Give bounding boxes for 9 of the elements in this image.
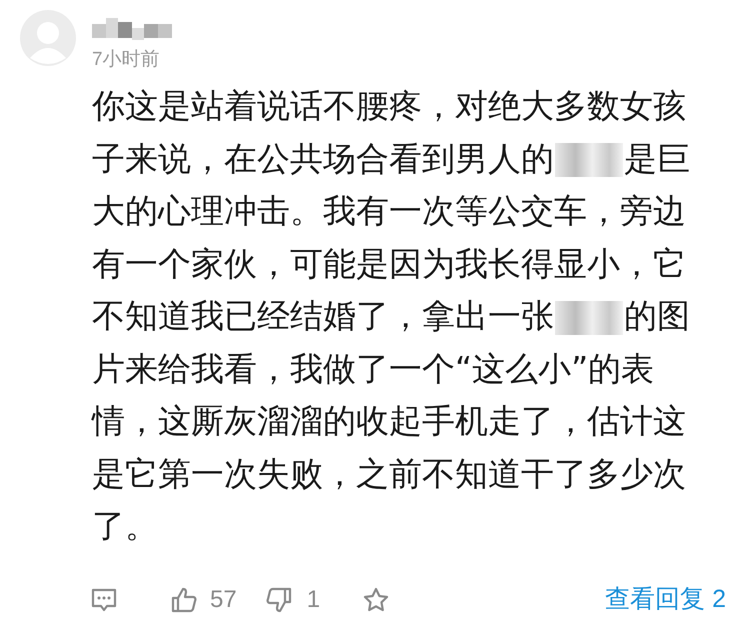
dislike-button[interactable]: 1 xyxy=(264,582,320,618)
comment-time: 7小时前 xyxy=(92,48,161,72)
comment-icon[interactable] xyxy=(90,586,118,614)
star-icon[interactable] xyxy=(362,586,390,614)
like-button[interactable]: 57 xyxy=(170,582,237,618)
view-replies-link[interactable]: 查看回复 2 xyxy=(605,581,726,619)
thumbs-down-icon xyxy=(264,586,293,614)
thumbs-up-icon xyxy=(170,586,198,614)
comment-text: 你这是站着说话不腰疼，对绝大多数女孩 子来说，在公共场合看到男人的 是巨 大的心理冲击。我有一次等公交车，旁边 有一个家伙，可能是因为我长得显小，它 不知道我已经结婚了，拿出一张 的图 片来给我看，我做了一个“这么小”的表 情，这厮灰溜溜的收起手机走了，估计这 是它第一次失败，之前不知道干了多少次 了。 xyxy=(90,85,691,547)
